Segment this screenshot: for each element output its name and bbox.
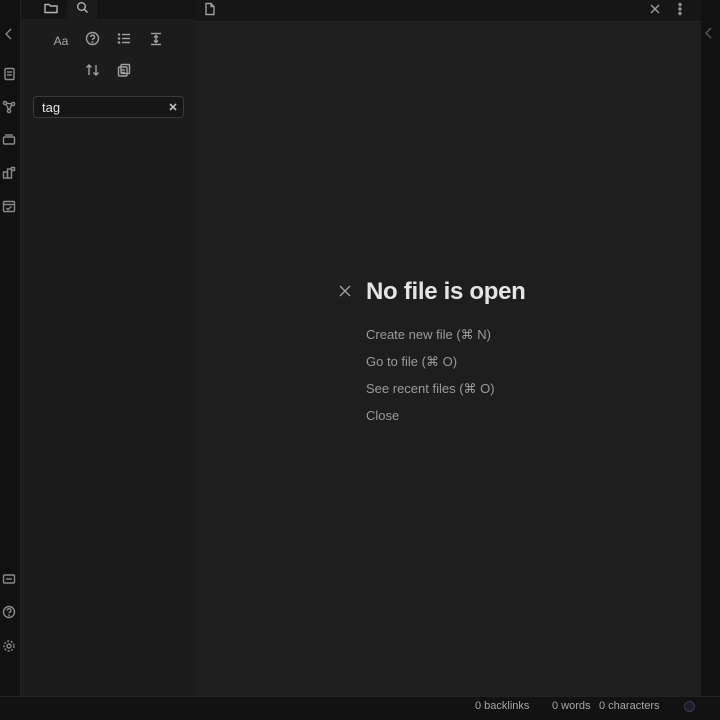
- search-icon: [76, 1, 89, 19]
- explain-search-button[interactable]: [82, 31, 102, 51]
- sync-status-icon[interactable]: [684, 701, 695, 712]
- more-options-icon[interactable]: [671, 0, 689, 18]
- status-bar: 0 backlinks 0 words 0 characters: [0, 696, 720, 720]
- close-empty-state-icon[interactable]: [336, 282, 354, 300]
- app-window: Aa tag No file is open Create new file (…: [0, 0, 720, 720]
- canvas-icon[interactable]: [1, 132, 17, 148]
- match-case-button[interactable]: Aa: [51, 31, 71, 51]
- expand-vertical-icon: [149, 32, 163, 51]
- tab-header: [194, 0, 701, 22]
- backlinks-count[interactable]: 0 backlinks: [475, 700, 529, 712]
- copy-results-icon: [117, 63, 131, 82]
- create-new-file-link[interactable]: Create new file (⌘ N): [366, 327, 491, 343]
- empty-state-title: No file is open: [366, 278, 526, 305]
- plugins-icon[interactable]: [1, 165, 17, 181]
- collapse-results-button[interactable]: [114, 31, 134, 51]
- sort-button[interactable]: [82, 62, 102, 82]
- help-circle-icon: [85, 31, 100, 51]
- sidebar-tab-bar: [21, 0, 195, 19]
- folder-icon: [44, 1, 58, 19]
- copy-results-button[interactable]: [114, 62, 134, 82]
- character-count: 0 characters: [599, 700, 660, 712]
- editor-pane: No file is open Create new file (⌘ N) Go…: [194, 0, 701, 696]
- right-sidebar-collapsed: [701, 0, 720, 696]
- vault-switch-icon[interactable]: [1, 571, 17, 587]
- tab-file-explorer[interactable]: [36, 0, 66, 19]
- search-field[interactable]: [33, 96, 184, 118]
- go-to-file-link[interactable]: Go to file (⌘ O): [366, 354, 457, 370]
- search-input[interactable]: [42, 99, 162, 115]
- ribbon: [0, 0, 20, 696]
- word-count: 0 words: [552, 700, 591, 712]
- help-icon[interactable]: [1, 604, 17, 620]
- calendar-icon[interactable]: [1, 198, 17, 214]
- file-icon[interactable]: [201, 0, 219, 18]
- collapse-left-icon[interactable]: [1, 26, 17, 42]
- list-icon: [117, 32, 131, 50]
- expand-right-sidebar-icon[interactable]: [704, 26, 714, 45]
- show-more-context-button[interactable]: [146, 31, 166, 51]
- settings-icon[interactable]: [1, 638, 17, 654]
- tab-search[interactable]: [67, 0, 97, 19]
- match-case-icon: Aa: [53, 34, 69, 48]
- sort-icon: [85, 63, 100, 82]
- left-sidebar: Aa: [20, 0, 195, 696]
- close-tab-icon[interactable]: [646, 0, 664, 18]
- files-icon[interactable]: [1, 66, 17, 82]
- close-link[interactable]: Close: [366, 408, 399, 423]
- see-recent-files-link[interactable]: See recent files (⌘ O): [366, 381, 495, 397]
- clear-search-icon[interactable]: [167, 101, 179, 113]
- graph-icon[interactable]: [1, 99, 17, 115]
